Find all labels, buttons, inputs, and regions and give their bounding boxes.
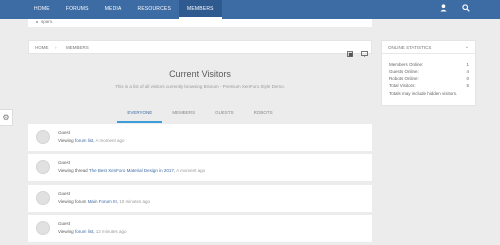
activity-text: Viewing xyxy=(58,229,75,234)
notice-box: spam. xyxy=(28,19,372,27)
activity-time: A moment ago xyxy=(176,168,206,173)
stat-value: 1 xyxy=(466,62,469,67)
visitor-activity: Viewing thread The Best XenForo Material… xyxy=(58,168,205,173)
stat-value: 0 xyxy=(466,76,469,81)
visitor-activity: Viewing forum list, A moment ago xyxy=(58,138,125,143)
stat-robots-online: Robots Online: 0 xyxy=(389,76,469,82)
widget-title: Online Statistics xyxy=(388,45,432,50)
user-icon[interactable] xyxy=(440,4,447,15)
visitor-name: Guest xyxy=(58,221,71,226)
visitor-name: Guest xyxy=(58,130,71,135)
stat-label: Guests Online: xyxy=(389,69,419,74)
notice-text: spam. xyxy=(41,19,54,24)
style-chooser-tab[interactable]: ⚙ xyxy=(0,109,13,126)
avatar[interactable] xyxy=(36,221,50,235)
stat-label: Robots Online: xyxy=(389,76,419,81)
activity-time: 12 minutes ago xyxy=(95,229,127,234)
avatar[interactable] xyxy=(36,160,50,174)
page-title: Current Visitors xyxy=(169,69,231,79)
list-item: Guest Viewing forum Main Forum III, 10 m… xyxy=(28,184,372,212)
chevron-down-icon[interactable]: ⌄ xyxy=(465,41,469,54)
avatar[interactable] xyxy=(36,130,50,144)
breadcrumb-home[interactable]: Home xyxy=(35,41,49,54)
stat-label: Total Visitors: xyxy=(389,83,416,88)
avatar[interactable] xyxy=(36,191,50,205)
tab-everyone[interactable]: Everyone xyxy=(117,105,163,123)
bullet-icon xyxy=(36,20,38,23)
page-description: This is a list of all visitors currently… xyxy=(115,84,285,89)
activity-link[interactable]: forum list xyxy=(75,229,93,234)
top-navigation-bar: Home Forums Media Resources Members xyxy=(0,0,500,19)
visitor-tabs: Everyone Members Guests Robots xyxy=(28,105,372,123)
breadcrumb-members[interactable]: Members xyxy=(66,41,89,54)
tab-members[interactable]: Members xyxy=(162,105,205,123)
gear-icon[interactable]: ⚙ xyxy=(2,113,9,122)
stat-value: 4 xyxy=(466,69,469,74)
activity-time: 10 minutes ago xyxy=(119,199,150,204)
stat-label: Members Online: xyxy=(389,62,424,67)
bookmark-icon[interactable] xyxy=(347,44,353,57)
breadcrumb: Home › Members xyxy=(28,40,372,57)
nav-forums[interactable]: Forums xyxy=(58,0,97,19)
visitor-name: Guest xyxy=(58,160,71,165)
stat-value: 5 xyxy=(466,83,469,88)
stat-members-online: Members Online: 1 xyxy=(389,62,469,68)
nav-home[interactable]: Home xyxy=(26,0,58,19)
list-item: Guest Viewing forum list, 12 minutes ago xyxy=(28,214,372,242)
nav-members[interactable]: Members xyxy=(179,0,222,19)
stat-note: Totals may include hidden visitors. xyxy=(389,91,458,96)
tab-guests[interactable]: Guests xyxy=(205,105,244,123)
activity-time: A moment ago xyxy=(95,138,125,143)
online-statistics-widget: Online Statistics ⌄ Members Online: 1 Gue… xyxy=(381,40,476,106)
visitor-name: Guest xyxy=(58,191,71,196)
stat-guests-online: Guests Online: 4 xyxy=(389,69,469,75)
stat-total-visitors: Total Visitors: 5 xyxy=(389,83,469,89)
visitor-activity: Viewing forum list, 12 minutes ago xyxy=(58,229,127,234)
activity-text: Viewing forum xyxy=(58,199,88,204)
nav-media[interactable]: Media xyxy=(97,0,130,19)
list-item: Guest Viewing forum list, A moment ago xyxy=(28,123,372,151)
search-icon[interactable] xyxy=(462,4,470,15)
activity-text: Viewing xyxy=(58,138,75,143)
nav-resources[interactable]: Resources xyxy=(130,0,179,19)
list-item: Guest Viewing thread The Best XenForo Ma… xyxy=(28,153,372,181)
activity-text: Viewing thread xyxy=(58,168,89,173)
widget-header[interactable]: Online Statistics ⌄ xyxy=(382,41,475,54)
activity-link[interactable]: Main Forum III xyxy=(88,199,117,204)
activity-link[interactable]: The Best XenForo Material Design in 2017 xyxy=(89,168,174,173)
tab-robots[interactable]: Robots xyxy=(244,105,283,123)
main-nav: Home Forums Media Resources Members xyxy=(26,0,222,19)
activity-link[interactable]: forum list xyxy=(75,138,93,143)
chevron-right-icon: › xyxy=(55,45,57,50)
visitor-activity: Viewing forum Main Forum III, 10 minutes… xyxy=(58,199,150,204)
screen-icon[interactable] xyxy=(361,44,368,57)
